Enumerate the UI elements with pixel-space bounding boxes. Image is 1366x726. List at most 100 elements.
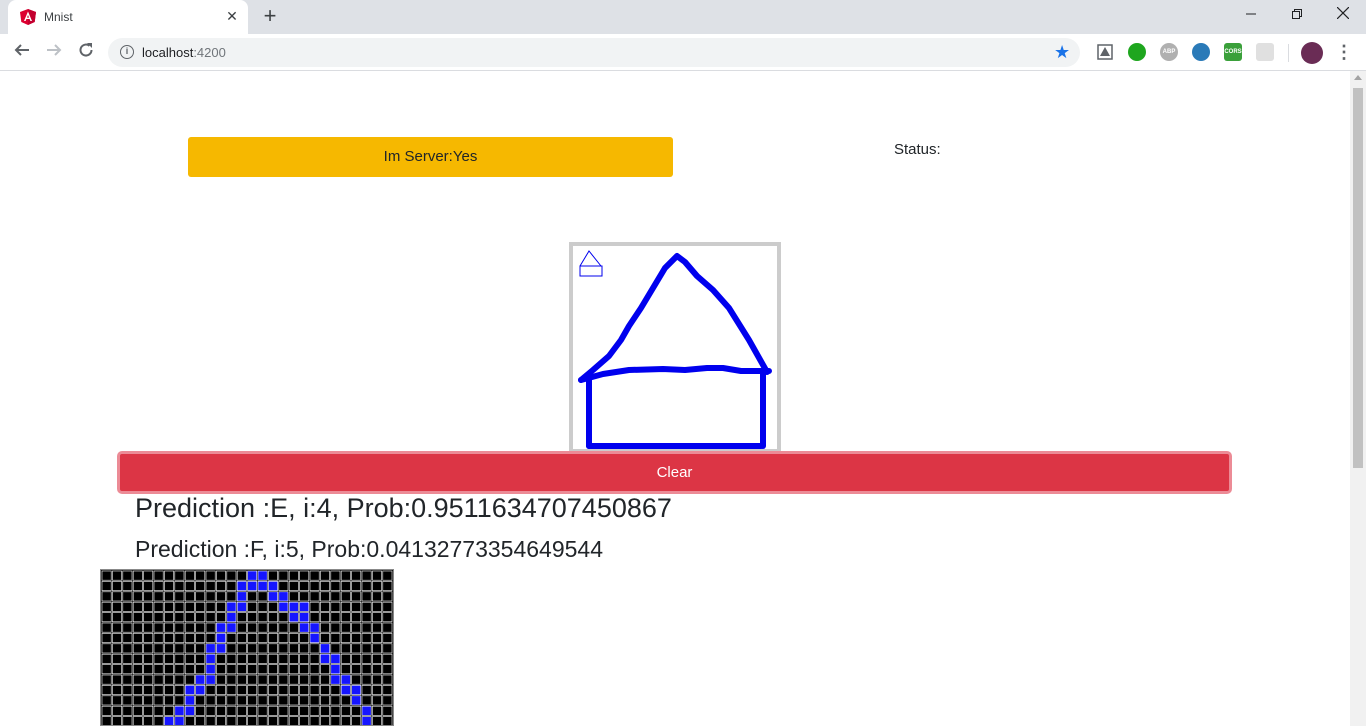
grid-cell bbox=[372, 705, 382, 716]
url-text[interactable]: localhost:4200 bbox=[142, 45, 226, 60]
grid-cell bbox=[278, 685, 289, 695]
grid-cell-on bbox=[184, 685, 195, 695]
grid-cell bbox=[320, 570, 330, 581]
grid-cell bbox=[132, 705, 143, 716]
grid-cell bbox=[195, 705, 206, 716]
grid-cell bbox=[351, 664, 362, 675]
grid-cell bbox=[236, 685, 247, 695]
grid-cell bbox=[122, 716, 133, 725]
grid-cell-on bbox=[247, 570, 258, 581]
site-info-icon[interactable]: i bbox=[120, 45, 134, 59]
drawing-canvas[interactable] bbox=[569, 242, 781, 453]
grid-cell bbox=[112, 643, 122, 654]
grid-cell bbox=[132, 716, 143, 725]
abp-icon[interactable]: ABP bbox=[1160, 43, 1178, 61]
grid-cell bbox=[153, 581, 164, 591]
grid-cell bbox=[372, 581, 382, 591]
hand-drawn-house bbox=[578, 253, 772, 449]
grid-cell bbox=[351, 601, 362, 612]
prediction-primary: Prediction :E, i:4, Prob:0.9511634707450… bbox=[135, 493, 672, 523]
back-arrow-icon bbox=[14, 44, 29, 56]
browser-tab[interactable]: Mnist ✕ bbox=[8, 0, 248, 34]
grid-cell bbox=[288, 581, 299, 591]
grid-cell bbox=[236, 633, 247, 643]
grid-cell-on bbox=[195, 674, 206, 685]
forward-button[interactable] bbox=[42, 40, 66, 64]
grid-cell-on bbox=[351, 695, 362, 706]
grid-cell bbox=[320, 622, 330, 633]
grid-cell bbox=[216, 705, 226, 716]
grid-cell bbox=[236, 622, 247, 633]
new-tab-button[interactable]: + bbox=[258, 5, 282, 28]
grid-cell bbox=[164, 622, 174, 633]
grid-cell bbox=[205, 612, 216, 623]
server-toggle-button[interactable]: Im Server:Yes bbox=[188, 137, 673, 177]
grid-cell bbox=[112, 581, 122, 591]
bookmark-star-icon[interactable]: ★ bbox=[1054, 42, 1070, 63]
close-tab-icon[interactable]: ✕ bbox=[224, 8, 240, 24]
grid-cell bbox=[340, 622, 351, 633]
grid-cell bbox=[143, 664, 154, 675]
grid-cell bbox=[101, 601, 112, 612]
grid-cell bbox=[351, 591, 362, 602]
grid-cell bbox=[372, 601, 382, 612]
grid-cell bbox=[372, 695, 382, 706]
globe-icon[interactable] bbox=[1192, 43, 1210, 61]
grid-cell bbox=[153, 643, 164, 654]
grid-cell bbox=[143, 674, 154, 685]
grid-cell bbox=[299, 716, 310, 725]
grid-cell bbox=[101, 695, 112, 706]
grid-cell-on bbox=[205, 674, 216, 685]
grid-cell bbox=[268, 633, 278, 643]
clear-button[interactable]: Clear bbox=[117, 451, 1232, 494]
grid-cell bbox=[216, 716, 226, 725]
tab-title: Mnist bbox=[44, 10, 73, 24]
grid-cell-on bbox=[216, 643, 226, 654]
grid-cell bbox=[132, 674, 143, 685]
grid-cell bbox=[174, 570, 185, 581]
grid-cell bbox=[309, 664, 320, 675]
close-window-button[interactable] bbox=[1320, 0, 1366, 30]
minimize-button[interactable] bbox=[1228, 0, 1274, 30]
profile-avatar[interactable] bbox=[1301, 42, 1323, 64]
grid-cell bbox=[174, 664, 185, 675]
reload-button[interactable] bbox=[74, 40, 98, 64]
grid-cell bbox=[288, 622, 299, 633]
grid-cell bbox=[247, 653, 258, 664]
address-bar[interactable]: i localhost:4200 ★ bbox=[108, 38, 1080, 67]
grid-cell bbox=[309, 705, 320, 716]
grid-cell bbox=[195, 601, 206, 612]
grid-cell bbox=[101, 674, 112, 685]
puzzle-icon[interactable] bbox=[1256, 43, 1274, 61]
drive-icon[interactable] bbox=[1096, 43, 1114, 61]
grid-cell bbox=[122, 674, 133, 685]
grid-cell bbox=[101, 581, 112, 591]
grid-cell bbox=[122, 612, 133, 623]
cors-icon[interactable]: CORS bbox=[1224, 43, 1242, 61]
grid-cell bbox=[143, 643, 154, 654]
grid-cell bbox=[268, 695, 278, 706]
grid-cell bbox=[247, 591, 258, 602]
status-label: Status: bbox=[894, 141, 941, 158]
pixel-grid bbox=[101, 570, 393, 725]
grid-cell bbox=[174, 622, 185, 633]
grid-cell-on bbox=[236, 601, 247, 612]
grid-cell bbox=[174, 581, 185, 591]
grid-cell bbox=[361, 612, 372, 623]
grid-cell bbox=[288, 674, 299, 685]
grid-cell bbox=[309, 695, 320, 706]
grid-cell-on bbox=[320, 643, 330, 654]
green-ball-icon[interactable] bbox=[1128, 43, 1146, 61]
grid-cell bbox=[143, 705, 154, 716]
page-scrollbar[interactable] bbox=[1350, 71, 1366, 726]
grid-cell bbox=[288, 695, 299, 706]
grid-cell bbox=[320, 591, 330, 602]
grid-cell bbox=[184, 674, 195, 685]
grid-cell bbox=[122, 695, 133, 706]
browser-menu-icon[interactable]: ⋮ bbox=[1335, 40, 1353, 64]
scrollbar-thumb[interactable] bbox=[1353, 88, 1363, 468]
back-button[interactable] bbox=[10, 40, 34, 64]
grid-cell bbox=[112, 570, 122, 581]
restore-button[interactable] bbox=[1274, 0, 1320, 30]
scroll-up-arrow-icon[interactable] bbox=[1354, 75, 1362, 80]
